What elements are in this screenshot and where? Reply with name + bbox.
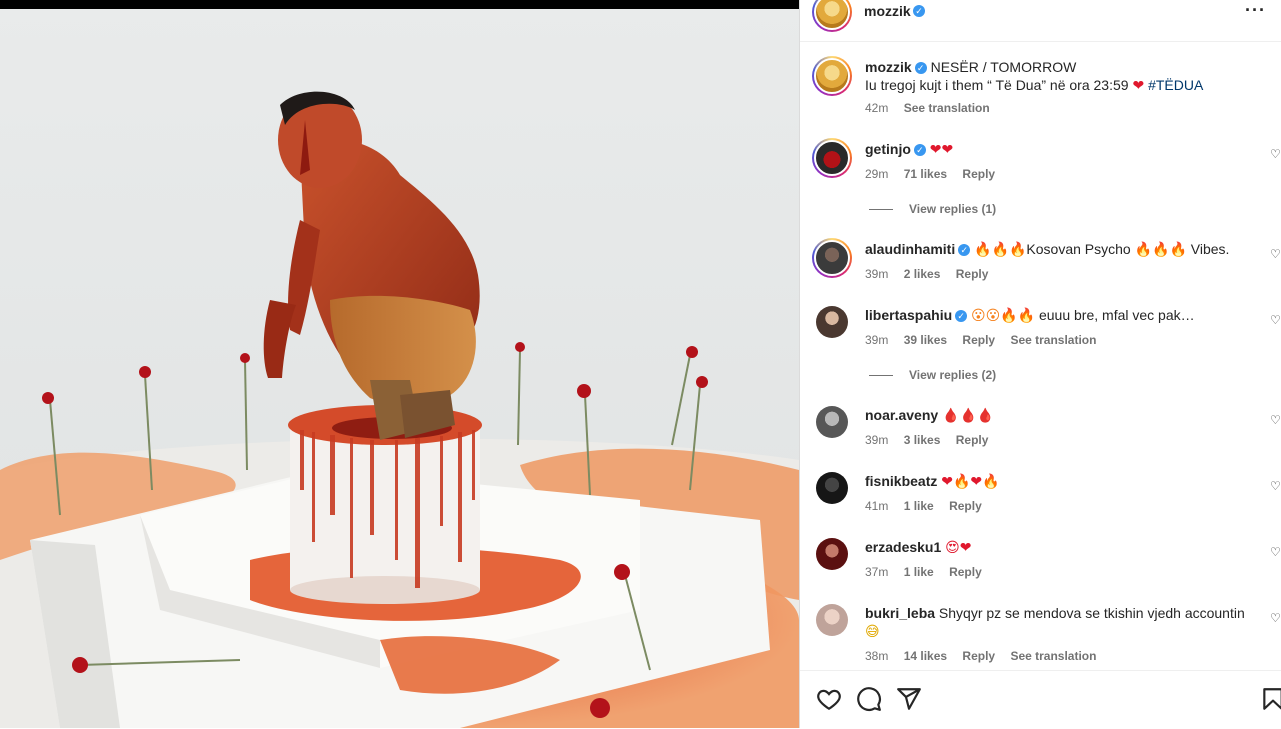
heart-emoji: ❤	[1132, 78, 1145, 94]
comment-text: Kosovan Psycho	[1026, 241, 1135, 257]
comment-likes[interactable]: 3 likes	[904, 433, 941, 447]
comment-likes[interactable]: 2 likes	[904, 267, 941, 281]
comment-emoji: 😍❤	[945, 540, 972, 556]
caption-line1: NESËR / TOMORROW	[930, 59, 1077, 75]
comment-emoji: ❤❤	[929, 142, 954, 158]
commenter-username[interactable]: bukri_leba	[865, 605, 935, 621]
reply-button[interactable]: Reply	[949, 565, 982, 579]
like-comment-heart-icon[interactable]: ♡	[1270, 148, 1281, 160]
view-replies-button[interactable]: View replies (2)	[869, 368, 996, 382]
reply-button[interactable]: Reply	[962, 167, 995, 181]
comment-emoji: ❤🔥❤🔥	[941, 474, 1000, 490]
reply-button[interactable]: Reply	[956, 433, 989, 447]
verified-badge-icon: ✓	[914, 62, 927, 74]
verified-badge-icon: ✓	[955, 310, 968, 322]
comment-time: 39m	[865, 333, 889, 347]
commenter-avatar[interactable]	[816, 604, 848, 636]
comment-emoji: 🔥🔥🔥	[974, 242, 1027, 258]
comment-time: 41m	[865, 499, 889, 513]
verified-badge-icon: ✓	[913, 5, 925, 17]
comment-time: 39m	[865, 433, 889, 447]
commenter-avatar[interactable]	[812, 138, 852, 178]
comment-time: 38m	[865, 649, 889, 663]
like-comment-heart-icon[interactable]: ♡	[1270, 314, 1281, 326]
action-bar	[800, 670, 1281, 729]
caption-meta: 42m See translation	[865, 101, 1002, 115]
commenter-username[interactable]: erzadesku1	[865, 539, 941, 555]
comment-likes[interactable]: 1 like	[904, 499, 934, 513]
reply-button[interactable]: Reply	[962, 333, 995, 347]
comment-time: 29m	[865, 167, 889, 181]
verified-badge-icon: ✓	[913, 144, 926, 156]
post-photo-illustration	[0, 0, 799, 728]
commenter-username[interactable]: fisnikbeatz	[865, 473, 937, 489]
like-comment-heart-icon[interactable]: ♡	[1270, 480, 1281, 492]
caption-time: 42m	[865, 101, 889, 115]
comment-emoji: 🔥🔥🔥	[1134, 242, 1187, 258]
reply-button[interactable]: Reply	[956, 267, 989, 281]
like-comment-heart-icon[interactable]: ♡	[1270, 612, 1281, 624]
see-translation-button[interactable]: See translation	[1010, 649, 1096, 663]
author-username[interactable]: mozzik	[864, 3, 911, 19]
reply-button[interactable]: Reply	[949, 499, 982, 513]
commenter-avatar[interactable]	[812, 238, 852, 278]
comment-time: 37m	[865, 565, 889, 579]
commenter-username[interactable]: getinjo	[865, 141, 911, 157]
commenter-username[interactable]: noar.aveny	[865, 407, 938, 423]
post-header: mozzik ✓ ···	[800, 0, 1281, 42]
comment-time: 39m	[865, 267, 889, 281]
heart-icon[interactable]	[816, 686, 842, 712]
caption-text: mozzik ✓ NESËR / TOMORROW Iu tregoj kujt …	[865, 58, 1257, 95]
comment-likes[interactable]: 71 likes	[904, 167, 947, 181]
bookmark-icon[interactable]	[1260, 686, 1281, 712]
comment-icon[interactable]	[856, 686, 882, 712]
reply-button[interactable]: Reply	[962, 649, 995, 663]
comment-text: euuu bre, mfal vec pak…	[1038, 307, 1195, 323]
caption-username[interactable]: mozzik	[865, 59, 912, 75]
hashtag-link[interactable]: #TËDUA	[1148, 77, 1203, 93]
comment-likes[interactable]: 1 like	[904, 565, 934, 579]
commenter-username[interactable]: libertaspahiu	[865, 307, 952, 323]
like-comment-heart-icon[interactable]: ♡	[1270, 414, 1281, 426]
comment-likes[interactable]: 39 likes	[904, 333, 947, 347]
share-icon[interactable]	[896, 686, 922, 712]
verified-badge-icon: ✓	[958, 244, 971, 256]
comment-text-end: Vibes.	[1186, 241, 1230, 257]
like-comment-heart-icon[interactable]: ♡	[1270, 546, 1281, 558]
comment-text: Shyqyr pz se mendova se tkishin vjedh ac…	[938, 605, 1245, 621]
commenter-avatar[interactable]	[816, 538, 848, 570]
commenter-avatar[interactable]	[816, 406, 848, 438]
more-options-icon[interactable]: ···	[1245, 0, 1266, 21]
caption-line2: Iu tregoj kujt i them “ Të Dua” në ora 2…	[865, 77, 1133, 93]
comment-emoji: 😮😮🔥🔥	[971, 308, 1036, 324]
view-replies-button[interactable]: View replies (1)	[869, 202, 996, 216]
comment-emoji: 🩸🩸🩸	[942, 408, 995, 424]
comment-emoji: 😅	[865, 624, 880, 640]
like-comment-heart-icon[interactable]: ♡	[1270, 248, 1281, 260]
post-image[interactable]	[0, 0, 799, 728]
author-avatar[interactable]	[812, 0, 852, 32]
comment-likes[interactable]: 14 likes	[904, 649, 947, 663]
caption-avatar[interactable]	[812, 56, 852, 96]
commenter-avatar[interactable]	[816, 472, 848, 504]
commenter-username[interactable]: alaudinhamiti	[865, 241, 955, 257]
see-translation-button[interactable]: See translation	[904, 101, 990, 115]
comments-panel: mozzik ✓ ··· mozzik ✓ NESËR / TOMORROW Iu…	[799, 0, 1281, 728]
commenter-avatar[interactable]	[816, 306, 848, 338]
media-top-bar	[0, 0, 799, 9]
see-translation-button[interactable]: See translation	[1010, 333, 1096, 347]
